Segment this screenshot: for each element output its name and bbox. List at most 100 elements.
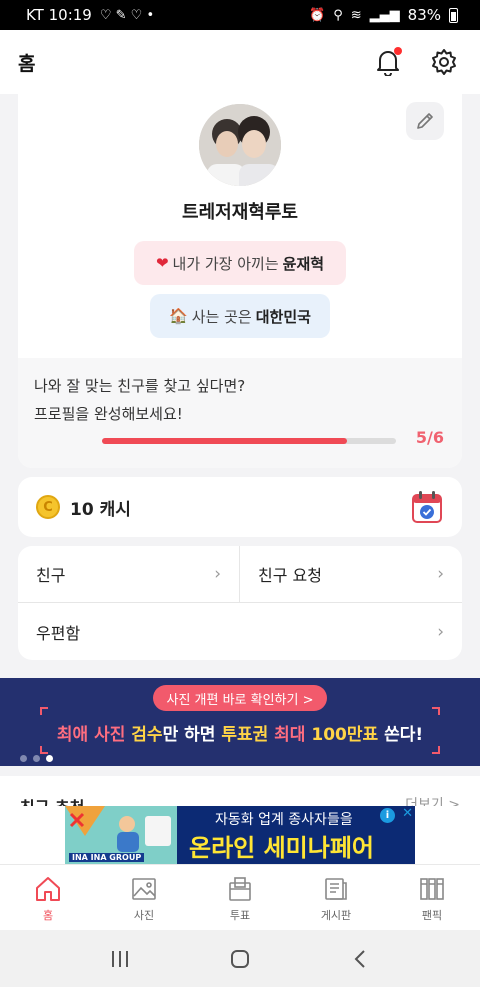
status-bar: KT 10:19 ♡ ✎ ♡ • ⏰ ⚲ ≋ ▂▄▆ 83% bbox=[0, 0, 480, 30]
avatar[interactable] bbox=[199, 104, 281, 186]
home-square-icon bbox=[231, 949, 249, 968]
photo-icon bbox=[129, 874, 159, 904]
page-title: 홈 bbox=[18, 52, 36, 75]
header-actions bbox=[372, 46, 460, 78]
bottom-nav: 홈 사진 투표 게시판 팬픽 bbox=[0, 864, 480, 930]
cash-label: 10 캐시 bbox=[70, 499, 131, 520]
home-prefix: 사는 곳은 bbox=[191, 307, 252, 326]
battery-icon bbox=[449, 7, 458, 23]
banner-corner bbox=[432, 746, 440, 754]
completion-count: 5/6 bbox=[415, 428, 444, 447]
nav-photos[interactable]: 사진 bbox=[96, 865, 192, 931]
headline-part: 쏜다! bbox=[384, 725, 424, 745]
edit-profile-button[interactable] bbox=[406, 102, 444, 140]
profile-nickname: 트레저재혁루토 bbox=[182, 202, 298, 223]
favorite-prefix: 내가 가장 아끼는 bbox=[172, 254, 279, 273]
home-system-button[interactable] bbox=[220, 939, 260, 979]
headline-part: 투표권 bbox=[221, 725, 269, 745]
ad-headline: 온라인 세미나페어 bbox=[189, 834, 374, 862]
menu-mailbox[interactable]: 우편함 › bbox=[18, 603, 462, 660]
wifi-icon: ≋ bbox=[350, 7, 362, 23]
see-more-link[interactable]: 더보기 > bbox=[405, 794, 460, 806]
headline-part: 최애 사진 bbox=[56, 725, 126, 745]
carousel-dots bbox=[20, 755, 53, 762]
headline-part: 만 하면 bbox=[162, 725, 216, 745]
status-right: ⏰ ⚲ ≋ ▂▄▆ 83% bbox=[309, 6, 458, 24]
completion-progress-fill bbox=[102, 438, 347, 444]
coin-icon: C bbox=[36, 495, 60, 519]
profile-card: 트레저재혁루토 ❤ 내가 가장 아끼는 윤재혁 🏠 사는 곳은 대한민국 나와 … bbox=[18, 94, 462, 468]
notifications-button[interactable] bbox=[372, 46, 404, 78]
books-icon bbox=[417, 874, 447, 904]
banner-corner bbox=[432, 707, 440, 715]
menu-card: 친구 › 친구 요청 › 우편함 › bbox=[18, 546, 462, 660]
home-value: 대한민국 bbox=[255, 307, 311, 326]
back-button[interactable] bbox=[340, 939, 380, 979]
recent-apps-button[interactable] bbox=[100, 939, 140, 979]
promo-banner[interactable]: 사진 개편 바로 확인하기 > 최애 사진 검수만 하면 투표권 최대 100만… bbox=[0, 678, 480, 766]
ad-illustration: INA INA GROUP bbox=[65, 806, 177, 864]
recent-apps-icon bbox=[112, 950, 128, 967]
favorite-chip[interactable]: ❤ 내가 가장 아끼는 윤재혁 bbox=[134, 241, 346, 285]
chevron-right-icon: › bbox=[437, 564, 444, 584]
battery-percent: 83% bbox=[407, 6, 441, 24]
chevron-right-icon: › bbox=[214, 564, 221, 584]
menu-friend-requests-label: 친구 요청 bbox=[258, 566, 322, 585]
notification-dot bbox=[394, 47, 402, 55]
ballot-box-icon bbox=[225, 874, 255, 904]
completion-progress-bar bbox=[102, 438, 396, 444]
headline-part: 100만표 bbox=[311, 725, 379, 745]
ad-banner[interactable]: INA INA GROUP 자동화 업계 종사자들을 온라인 세미나페어 i ✕ bbox=[65, 806, 415, 864]
nav-board-label: 게시판 bbox=[320, 908, 352, 922]
attendance-calendar-button[interactable] bbox=[410, 489, 444, 525]
ad-close-icon[interactable]: ✕ bbox=[402, 806, 413, 821]
menu-friends-label: 친구 bbox=[36, 566, 66, 585]
carrier-time: KT 10:19 bbox=[26, 6, 92, 24]
ad-margin bbox=[0, 806, 65, 864]
ad-subtitle: 자동화 업계 종사자들을 bbox=[215, 812, 353, 828]
carousel-dot[interactable] bbox=[20, 755, 27, 762]
headline-part: 검수 bbox=[131, 725, 163, 745]
menu-friend-requests[interactable]: 친구 요청 › bbox=[240, 546, 462, 603]
board-icon bbox=[321, 874, 351, 904]
nav-fanpick[interactable]: 팬픽 bbox=[384, 865, 480, 931]
notification-icons: ♡ ✎ ♡ • bbox=[99, 7, 155, 23]
status-left: KT 10:19 ♡ ✎ ♡ • bbox=[26, 6, 154, 24]
banner-headline: 최애 사진 검수만 하면 투표권 최대 100만표 쏜다! bbox=[0, 720, 480, 745]
chevron-right-icon: › bbox=[437, 621, 444, 642]
pencil-icon bbox=[417, 113, 433, 129]
app-header: 홈 bbox=[0, 30, 480, 94]
home-icon bbox=[33, 874, 63, 904]
menu-friends[interactable]: 친구 › bbox=[18, 546, 240, 603]
settings-button[interactable] bbox=[428, 46, 460, 78]
ad-brand: INA INA GROUP bbox=[69, 853, 145, 862]
completion-line-2: 프로필을 완성해보세요! bbox=[34, 405, 183, 423]
profile-completion[interactable]: 나와 잘 맞는 친구를 찾고 싶다면? 프로필을 완성해보세요! 5/6 bbox=[18, 358, 462, 468]
nav-photos-label: 사진 bbox=[133, 908, 155, 922]
banner-cta-pill[interactable]: 사진 개편 바로 확인하기 > bbox=[153, 685, 327, 711]
cash-card[interactable]: C 10 캐시 bbox=[18, 477, 462, 537]
nav-board[interactable]: 게시판 bbox=[288, 865, 384, 931]
section-title: 친구 추천 bbox=[20, 794, 84, 806]
carousel-dot[interactable] bbox=[33, 755, 40, 762]
nav-home-label: 홈 bbox=[42, 908, 54, 922]
gear-icon bbox=[432, 49, 456, 75]
nav-vote-label: 투표 bbox=[229, 908, 251, 922]
house-icon: 🏠 bbox=[169, 307, 188, 325]
nav-home[interactable]: 홈 bbox=[0, 865, 96, 931]
ad-margin bbox=[415, 806, 480, 864]
nav-fanpick-label: 팬픽 bbox=[421, 908, 443, 922]
carousel-dot-active[interactable] bbox=[46, 755, 53, 762]
completion-line-1: 나와 잘 맞는 친구를 찾고 싶다면? bbox=[34, 377, 246, 395]
friend-recommend-section: 친구 추천 더보기 > bbox=[0, 776, 480, 806]
calendar-check-icon bbox=[412, 491, 442, 523]
favorite-name: 윤재혁 bbox=[282, 254, 325, 273]
home-chip[interactable]: 🏠 사는 곳은 대한민국 bbox=[150, 294, 330, 338]
heart-icon: ❤ bbox=[155, 254, 169, 272]
back-chevron-icon bbox=[354, 949, 365, 968]
banner-corner bbox=[40, 746, 48, 754]
nav-vote[interactable]: 투표 bbox=[192, 865, 288, 931]
alarm-icon: ⏰ bbox=[309, 7, 326, 23]
ad-info-icon[interactable]: i bbox=[380, 808, 395, 823]
signal-icon: ▂▄▆ bbox=[369, 7, 400, 23]
